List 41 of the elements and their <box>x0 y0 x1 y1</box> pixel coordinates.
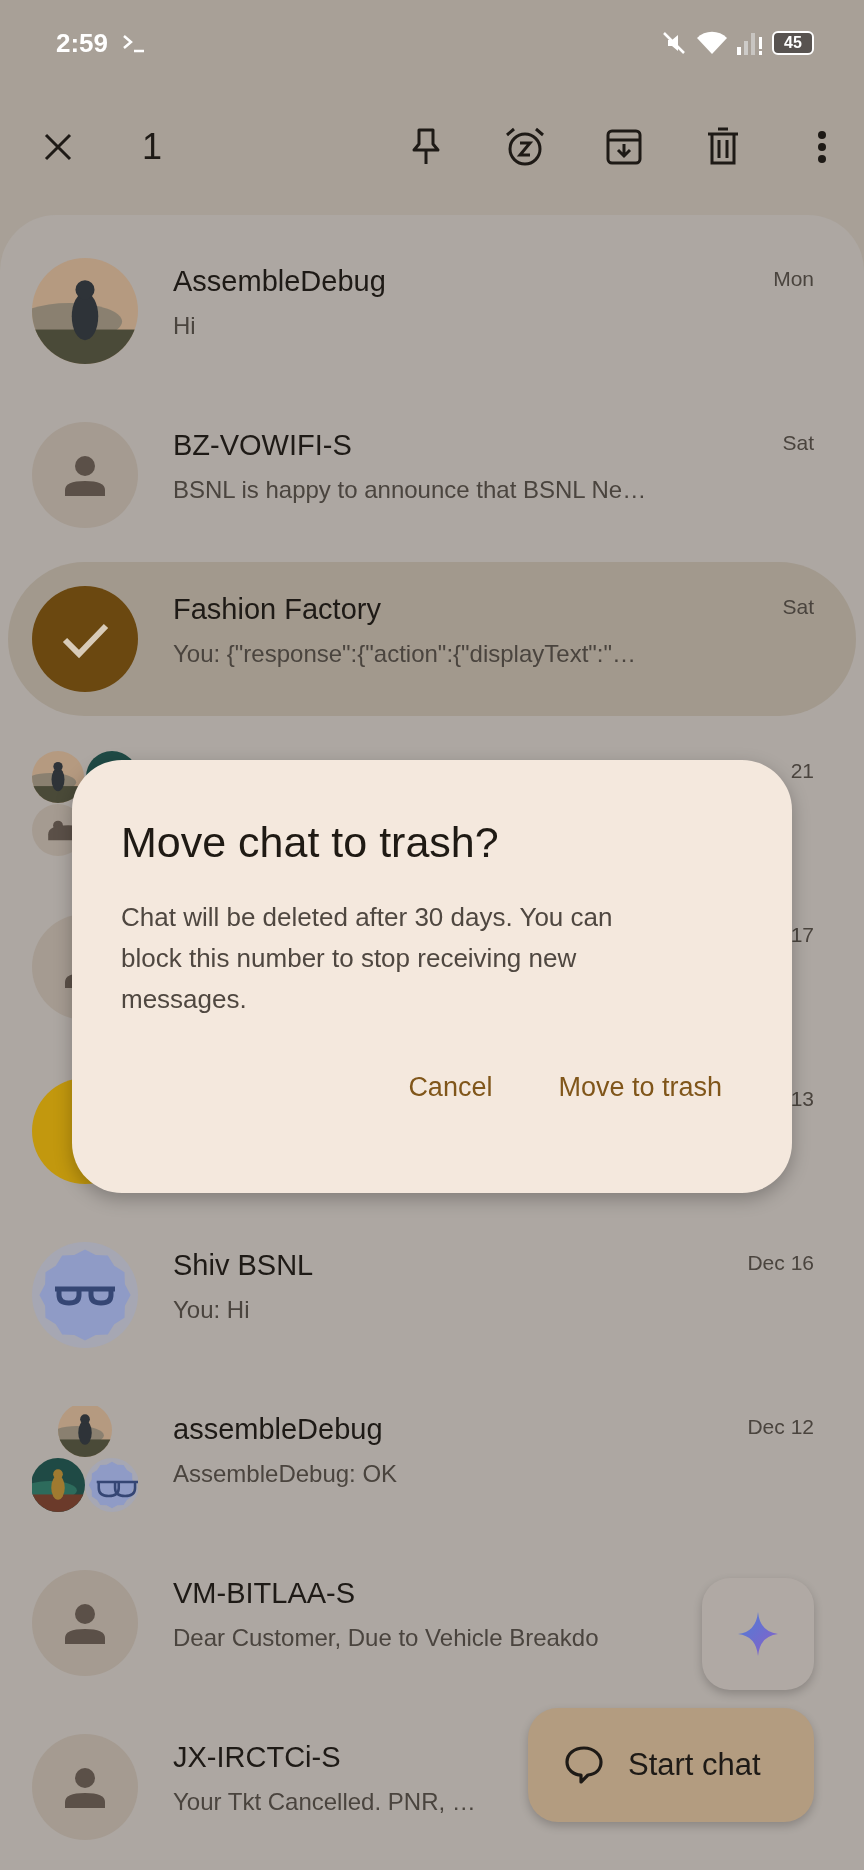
terminal-icon <box>122 33 147 53</box>
message-preview: You: Hi <box>173 1296 250 1324</box>
selected-count: 1 <box>142 126 163 168</box>
archive-icon <box>605 128 643 166</box>
contact-name: assembleDebug <box>173 1413 383 1446</box>
snooze-icon <box>504 126 546 168</box>
message-date: Dec 16 <box>747 1251 814 1275</box>
message-date: 17 <box>790 923 814 947</box>
more-icon <box>817 130 827 164</box>
sparkle-icon <box>738 1612 778 1656</box>
message-date: Sat <box>782 431 814 455</box>
close-icon <box>43 132 73 162</box>
delete-icon <box>706 127 740 167</box>
start-chat-button[interactable]: Start chat <box>528 1708 814 1822</box>
glasses-avatar <box>85 1458 138 1512</box>
wifi-icon <box>696 30 728 56</box>
message-date: Dec 12 <box>747 1415 814 1439</box>
status-time: 2:59 <box>56 27 109 59</box>
message-date: Sat <box>782 595 814 619</box>
message-date: 21 <box>790 759 814 783</box>
contact-name: BZ-VOWIFI-S <box>173 429 352 462</box>
chat-bubble-icon <box>564 1745 604 1785</box>
contact-name: JX-IRCTCi-S <box>173 1741 341 1774</box>
pin-icon <box>411 127 441 167</box>
contact-name: VM-BITLAA-S <box>173 1577 356 1610</box>
contact-name: AssembleDebug <box>173 265 386 298</box>
message-preview: Dear Customer, Due to Vehicle Breakdo <box>173 1624 599 1652</box>
message-date: Mon <box>773 267 814 291</box>
message-preview: You: {"response":{"action":{"displayText":"… <box>173 640 637 668</box>
battery-level: 45 <box>772 31 814 55</box>
cancel-button[interactable]: Cancel <box>408 1072 493 1103</box>
contact-name: Fashion Factory <box>173 593 381 626</box>
dialog-message: Chat will be deleted after 30 days. You can block this number to stop receiving new messages. <box>121 901 614 1016</box>
confirm-button[interactable]: Move to trash <box>558 1072 722 1103</box>
message-preview: Hi <box>173 312 196 340</box>
message-date: 13 <box>790 1087 814 1111</box>
contact-name: Shiv BSNL <box>173 1249 314 1282</box>
message-preview: BSNL is happy to announce that BSNL Ne… <box>173 476 647 504</box>
dialog-title: Move chat to trash? <box>121 818 500 867</box>
message-preview: AssembleDebug: OK <box>173 1460 398 1488</box>
message-preview: Your Tkt Cancelled. PNR, … <box>173 1788 476 1816</box>
